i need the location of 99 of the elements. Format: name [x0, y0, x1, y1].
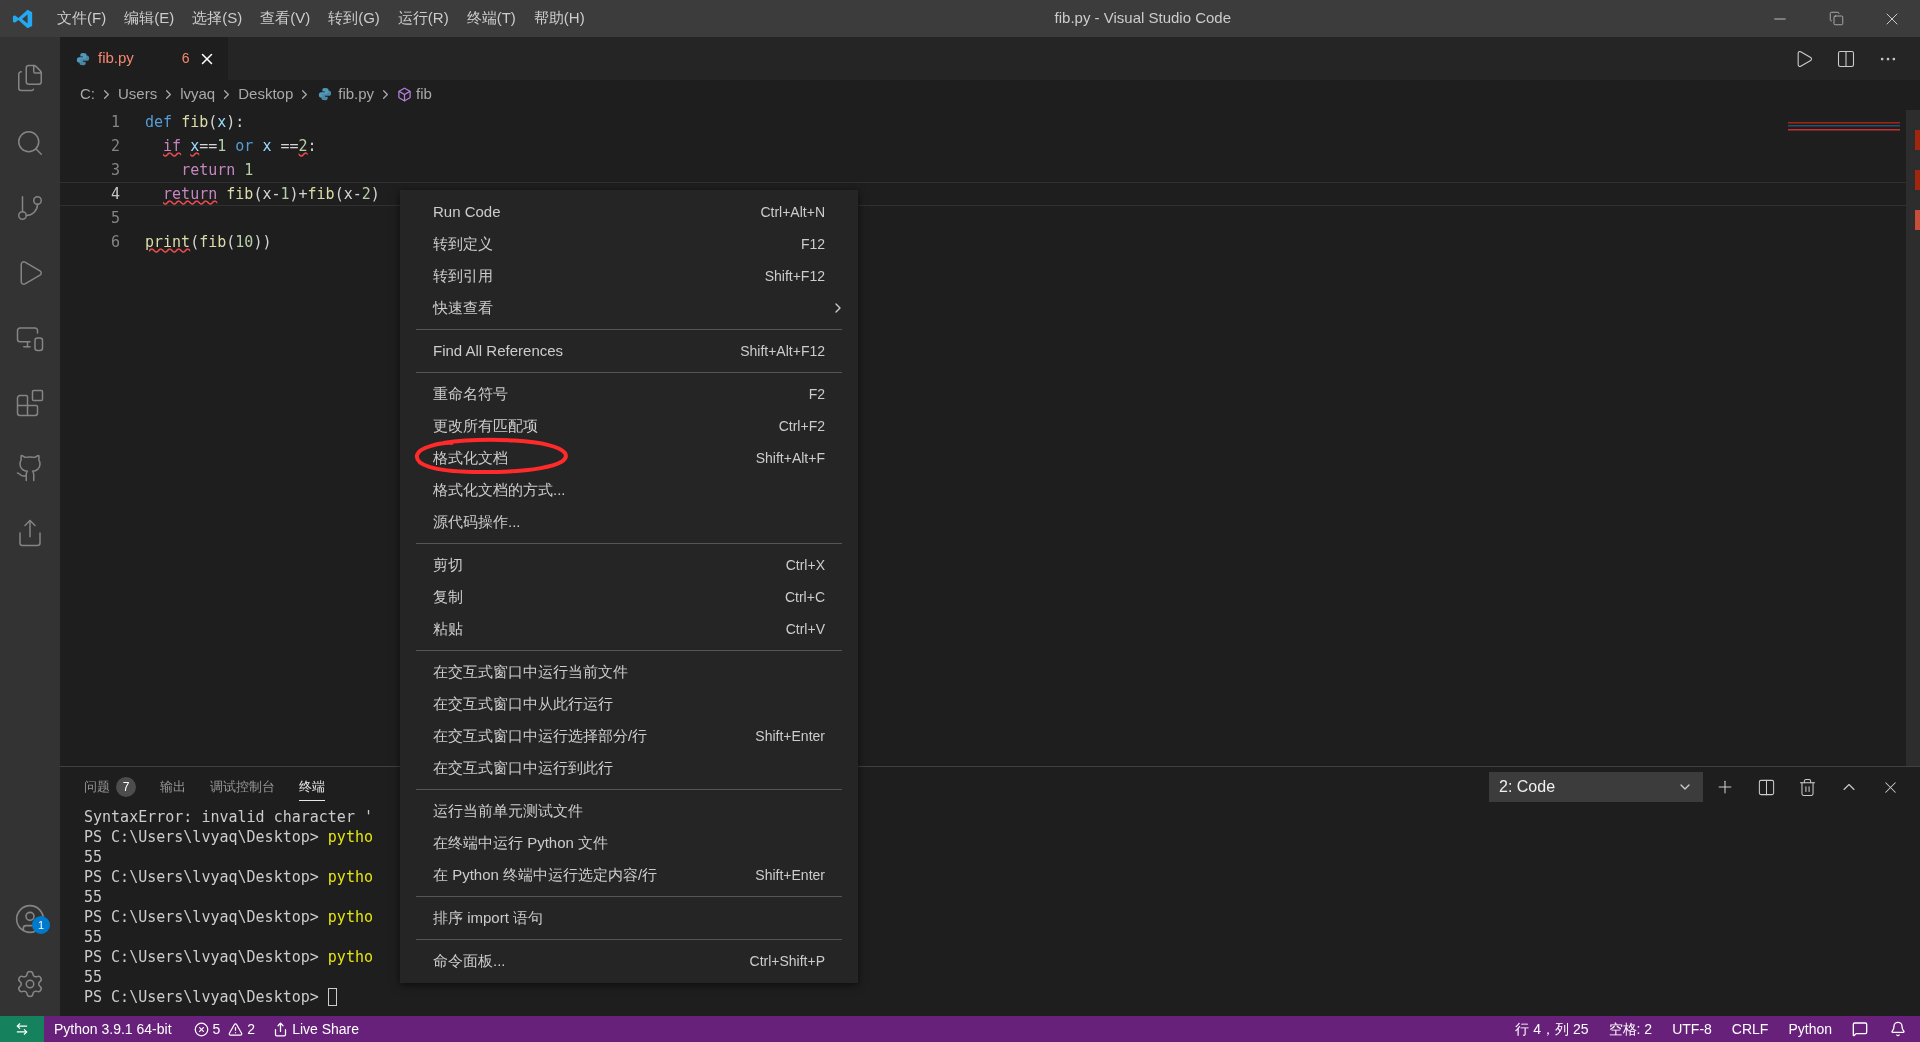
- split-terminal-icon[interactable]: [1757, 777, 1776, 797]
- code-line: return fib(x-1)+fib(x-2): [162, 183, 380, 205]
- context-menu-item[interactable]: 更改所有匹配项 Ctrl+F2: [400, 410, 858, 442]
- error-count[interactable]: 5: [212, 1018, 221, 1040]
- terminal-line: PS C:\Users\lvyaq\Desktop>: [84, 826, 320, 848]
- terminal-line: 55: [84, 886, 103, 908]
- feedback-icon[interactable]: [1852, 1021, 1868, 1037]
- account-icon[interactable]: [14, 902, 46, 935]
- trash-icon[interactable]: [1798, 777, 1817, 797]
- error-icon: [193, 1021, 209, 1037]
- terminal-line: 55: [84, 926, 103, 948]
- panel-tab[interactable]: 问题 7: [84, 773, 136, 801]
- panel-tab[interactable]: 输出: [160, 773, 186, 801]
- python-file-icon: [76, 51, 90, 66]
- menu-item[interactable]: 运行(R): [388, 7, 458, 30]
- split-editor-icon[interactable]: [1836, 48, 1856, 69]
- menu-item[interactable]: 文件(F): [48, 7, 116, 30]
- code-line: if x==1 or x ==2:: [162, 135, 317, 157]
- files-icon[interactable]: [15, 62, 45, 93]
- terminal-line: 55: [84, 966, 103, 988]
- context-menu-item[interactable]: 剪切 Ctrl+X: [400, 549, 858, 581]
- terminal-command: pytho: [327, 946, 373, 968]
- context-menu-item[interactable]: 在交互式窗口中从此行运行: [400, 688, 858, 720]
- breadcrumb-item[interactable]: Users: [118, 82, 158, 106]
- context-menu-item[interactable]: 在 Python 终端中运行选定内容/行 Shift+Enter: [400, 859, 858, 891]
- line-number: 4: [109, 183, 120, 205]
- terminal-select[interactable]: 2: Code: [1489, 772, 1703, 802]
- context-menu-item[interactable]: 重命名符号 F2: [400, 378, 858, 410]
- breadcrumb-item[interactable]: lvyaq: [180, 82, 216, 106]
- terminal-command: pytho: [327, 826, 373, 848]
- context-menu-item[interactable]: 快速查看: [400, 292, 858, 324]
- breadcrumb-item[interactable]: Desktop: [238, 82, 294, 106]
- terminal-line: PS C:\Users\lvyaq\Desktop>: [84, 946, 320, 968]
- code-line: print(fib(10)): [145, 231, 272, 253]
- count-badge: 7: [116, 777, 136, 797]
- context-menu-item[interactable]: Run Code Ctrl+Alt+N: [400, 196, 858, 228]
- context-menu-item[interactable]: 排序 import 语句: [400, 902, 858, 934]
- context-menu-item[interactable]: 格式化文档 Shift+Alt+F: [400, 442, 858, 474]
- code-line: def fib(x):: [145, 111, 245, 133]
- eol-status[interactable]: CRLF: [1731, 1018, 1769, 1040]
- menu-item[interactable]: 转到(G): [319, 7, 389, 30]
- menu-item[interactable]: 选择(S): [183, 7, 252, 30]
- symbol-icon: [397, 86, 413, 102]
- line-number: 5: [109, 207, 120, 229]
- menu-item[interactable]: 编辑(E): [115, 7, 184, 30]
- breadcrumb-item[interactable]: fib.py: [338, 82, 375, 106]
- remote-icon: [15, 1022, 29, 1036]
- menu-item[interactable]: 帮助(H): [524, 7, 594, 30]
- interpreter-status[interactable]: Python 3.9.1 64-bit: [54, 1018, 172, 1040]
- warning-icon: [228, 1021, 244, 1037]
- context-menu-item[interactable]: 运行当前单元测试文件: [400, 795, 858, 827]
- terminal-line: 55: [84, 846, 103, 868]
- account-badge: 1: [32, 916, 50, 934]
- context-menu-item[interactable]: 复制 Ctrl+C: [400, 581, 858, 613]
- menu-item[interactable]: 查看(V): [251, 7, 320, 30]
- context-menu-item[interactable]: 在交互式窗口中运行到此行: [400, 752, 858, 784]
- context-menu-item[interactable]: 命令面板... Ctrl+Shift+P: [400, 945, 858, 977]
- context-menu-item[interactable]: 转到定义 F12: [400, 228, 858, 260]
- warning-count[interactable]: 2: [247, 1018, 256, 1040]
- context-menu-item[interactable]: Find All References Shift+Alt+F12: [400, 335, 858, 367]
- terminal-line: PS C:\Users\lvyaq\Desktop>: [84, 866, 320, 888]
- live-share-icon: [273, 1021, 289, 1037]
- menu-item[interactable]: 终端(T): [457, 7, 525, 30]
- encoding-status[interactable]: UTF-8: [1672, 1018, 1712, 1040]
- remote-button[interactable]: [0, 1016, 44, 1042]
- problem-count: 6: [181, 49, 190, 68]
- app-logo-icon: [12, 7, 34, 30]
- line-number: 1: [109, 111, 120, 133]
- window-title: fib.py - Visual Studio Code: [1054, 8, 1232, 29]
- context-menu-item[interactable]: 在交互式窗口中运行当前文件: [400, 656, 858, 688]
- terminal-line: PS C:\Users\lvyaq\Desktop>: [84, 986, 320, 1008]
- line-number: 6: [109, 231, 120, 253]
- python-file-icon: [318, 87, 333, 101]
- extensions-icon[interactable]: [15, 387, 45, 418]
- live-share-status[interactable]: Live Share: [292, 1018, 360, 1040]
- breadcrumb-item[interactable]: fib: [416, 82, 432, 106]
- context-menu-item[interactable]: 在终端中运行 Python 文件: [400, 827, 858, 859]
- context-menu-item[interactable]: 格式化文档的方式...: [400, 474, 858, 506]
- restore-icon[interactable]: [1828, 11, 1844, 26]
- editor-tab[interactable]: fib.py 6: [60, 37, 228, 80]
- terminal-line: SyntaxError: invalid character ': [84, 806, 373, 828]
- terminal-line: PS C:\Users\lvyaq\Desktop>: [84, 906, 320, 928]
- breadcrumb-item[interactable]: C:: [80, 82, 95, 106]
- context-menu-item[interactable]: 在交互式窗口中运行选择部分/行 Shift+Enter: [400, 720, 858, 752]
- line-number: 2: [109, 135, 120, 157]
- cursor-position[interactable]: 行 4，列 25: [1515, 1018, 1589, 1040]
- panel-tab[interactable]: 调试控制台: [210, 773, 275, 801]
- terminal-command: pytho: [327, 866, 373, 888]
- language-status[interactable]: Python: [1788, 1018, 1832, 1040]
- code-line: return 1: [180, 159, 254, 181]
- line-number: 3: [109, 159, 120, 181]
- bell-icon[interactable]: [1890, 1021, 1906, 1037]
- terminal-command: pytho: [327, 906, 373, 928]
- indent-status[interactable]: 空格: 2: [1608, 1018, 1653, 1040]
- context-menu-item[interactable]: 转到引用 Shift+F12: [400, 260, 858, 292]
- context-menu-item[interactable]: 源代码操作...: [400, 506, 858, 538]
- panel-tab[interactable]: 终端: [299, 773, 325, 801]
- settings-icon[interactable]: [15, 968, 45, 999]
- context-menu-item[interactable]: 粘贴 Ctrl+V: [400, 613, 858, 645]
